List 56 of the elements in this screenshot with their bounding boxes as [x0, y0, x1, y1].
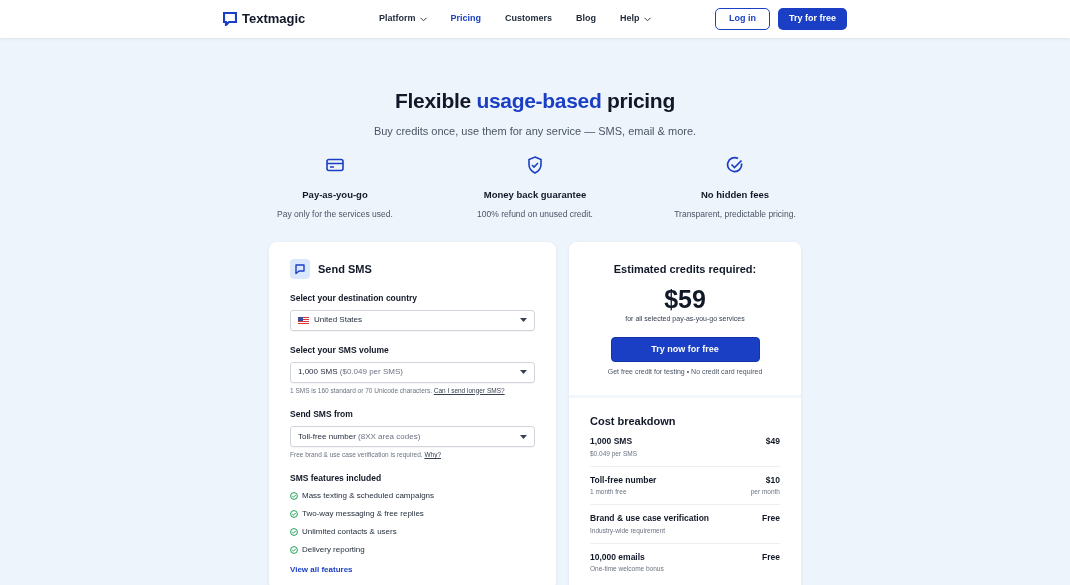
feature-item: Delivery reporting — [302, 543, 365, 556]
feature-item: Mass texting & scheduled campaigns — [302, 489, 435, 502]
try-now-button[interactable]: Try now for free — [610, 337, 760, 362]
page-subtitle: Buy credits once, use them for any service — SMS, email & more. — [373, 123, 697, 139]
cost-price: $49 — [765, 435, 780, 448]
nav-link[interactable]: Customers — [505, 12, 553, 26]
select-field[interactable]: 1,000 SMS ($0.049 per SMS) — [290, 361, 535, 383]
cost-price: Free — [762, 512, 780, 525]
dropdown-caret-icon — [520, 318, 527, 323]
feature-text: Transparent, predictable pricing. — [674, 208, 796, 221]
flag-icon — [298, 316, 309, 324]
estimate-title: Estimated credits required: — [613, 262, 757, 277]
select-field[interactable]: United States — [290, 309, 535, 331]
shield-check-icon — [527, 156, 543, 174]
estimate-amount: $59 — [664, 286, 706, 312]
view-all-features-link[interactable]: View all features — [290, 563, 535, 576]
chat-icon — [290, 259, 310, 279]
logo-icon — [223, 12, 237, 26]
field-label: Select your SMS volume — [290, 343, 390, 357]
feature-title: Money back guarantee — [483, 188, 587, 202]
check-circle-icon — [290, 509, 298, 518]
section-title: SMS features included — [290, 471, 383, 485]
dropdown-caret-icon — [520, 434, 527, 439]
feature-text: 100% refund on unused credit. — [477, 208, 593, 221]
chevron-down-icon — [643, 16, 651, 22]
cost-item-name: 1,000 SMS — [590, 435, 634, 448]
feature-item: Unlimited contacts & users — [302, 525, 397, 538]
select-field[interactable]: Toll-free number (8XX area codes) — [290, 426, 535, 447]
login-button[interactable]: Log in — [714, 8, 770, 30]
feature-title: No hidden fees — [700, 188, 770, 202]
credit-card-icon — [326, 158, 344, 172]
dropdown-caret-icon — [520, 370, 527, 374]
check-circle-icon — [290, 491, 298, 500]
field-label: Send SMS from — [290, 408, 354, 421]
feature-title: Pay-as-you-go — [302, 188, 368, 202]
nav-link[interactable]: Platform — [379, 12, 427, 26]
cost-item-name: Brand & use case verification — [590, 512, 710, 525]
brand-name: Textmagic — [242, 10, 306, 29]
page-title: Flexible usage-based pricing — [395, 88, 675, 114]
cost-price: Free — [762, 550, 780, 564]
feature-item: Two-way messaging & free replies — [302, 507, 424, 520]
check-circle-icon — [726, 156, 744, 174]
check-circle-icon — [290, 545, 298, 554]
feature-text: Pay only for the services used. — [277, 208, 393, 221]
cost-item-name: Toll-free number — [590, 473, 657, 487]
cost-price: $10 — [764, 473, 780, 487]
breakdown-title: Cost breakdown — [590, 413, 677, 429]
nav-link[interactable]: Blog — [576, 12, 597, 26]
field-label: Select your destination country — [290, 292, 419, 305]
card-title: Send SMS — [318, 261, 372, 277]
nav-link[interactable]: Help — [620, 12, 651, 26]
check-circle-icon — [290, 527, 298, 536]
cost-item-name: 10,000 emails — [590, 550, 646, 564]
chevron-down-icon — [419, 16, 427, 22]
try-for-free-button[interactable]: Try for free — [777, 8, 847, 30]
nav-link[interactable]: Pricing — [450, 12, 482, 26]
